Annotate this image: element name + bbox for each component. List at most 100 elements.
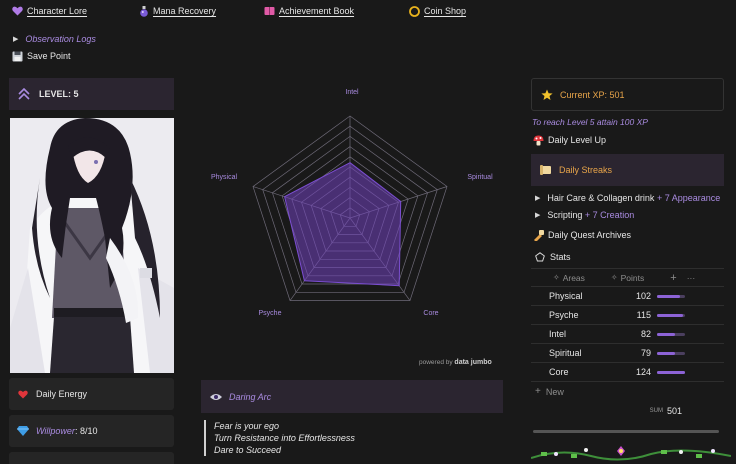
mushroom-icon bbox=[532, 134, 544, 146]
level-card: LEVEL: 5 bbox=[9, 78, 174, 110]
quote-line: Fear is your ego bbox=[214, 421, 280, 431]
radar-label-spiritual: Spiritual bbox=[467, 174, 493, 181]
nav-label[interactable]: Character Lore bbox=[27, 6, 87, 16]
daring-arc-header[interactable]: Daring Arc bbox=[201, 380, 503, 413]
next-card bbox=[9, 452, 174, 464]
streak-label: Scripting bbox=[547, 210, 583, 220]
stats-row[interactable]: Intel 82 bbox=[531, 325, 724, 344]
daily-level-up-label: Daily Level Up bbox=[548, 135, 607, 145]
coin-icon bbox=[408, 5, 420, 17]
book-icon bbox=[263, 5, 275, 17]
nav-label[interactable]: Mana Recovery bbox=[153, 6, 216, 16]
col-areas-header[interactable]: Areas bbox=[563, 273, 585, 283]
radar-label-intel: Intel bbox=[345, 89, 359, 96]
red-heart-icon bbox=[17, 388, 29, 400]
add-column-icon[interactable]: + bbox=[670, 272, 676, 284]
daily-energy-label: Daily Energy bbox=[36, 389, 88, 399]
stat-points: 115 bbox=[636, 310, 651, 320]
willpower-label: Willpower bbox=[36, 426, 75, 436]
nav-coin-shop[interactable]: Coin Shop bbox=[408, 5, 466, 17]
radar-label-psyche: Psyche bbox=[259, 310, 282, 317]
stat-progress-bar bbox=[657, 294, 685, 298]
floppy-disk-icon bbox=[11, 50, 23, 62]
streak-item[interactable]: ▶ Hair Care & Collagen drink + 7 Appeara… bbox=[535, 193, 720, 203]
streak-item[interactable]: ▶ Scripting + 7 Creation bbox=[535, 210, 634, 220]
streak-label: Hair Care & Collagen drink bbox=[547, 193, 655, 203]
character-portrait bbox=[10, 118, 174, 373]
willpower-value: : 8/10 bbox=[74, 426, 98, 436]
stats-title: Stats bbox=[550, 252, 571, 262]
sum-value: 501 bbox=[666, 406, 682, 416]
purple-heart-icon bbox=[11, 5, 23, 17]
daily-quest-archives-label: Daily Quest Archives bbox=[548, 230, 632, 240]
nav-label[interactable]: Coin Shop bbox=[424, 6, 466, 16]
stats-row[interactable]: Spiritual 79 bbox=[531, 344, 724, 363]
powered-by: powered by data jumbo bbox=[419, 359, 492, 366]
daily-streaks-title: Daily Streaks bbox=[559, 165, 613, 175]
nav-achievement-book[interactable]: Achievement Book bbox=[263, 5, 354, 17]
stats-row[interactable]: Psyche 115 bbox=[531, 306, 724, 325]
stat-area: Spiritual bbox=[549, 348, 582, 358]
stat-area: Physical bbox=[549, 291, 583, 301]
stat-area: Core bbox=[549, 367, 569, 377]
new-row-label: New bbox=[545, 386, 564, 397]
plus-icon: + bbox=[535, 386, 541, 397]
toggle-triangle-icon: ▶ bbox=[535, 195, 541, 202]
scroll-quill-icon bbox=[532, 229, 544, 241]
reach-level-text: To reach Level 5 attain 100 XP bbox=[532, 117, 648, 127]
pentagon-icon bbox=[534, 251, 546, 263]
sparkle-icon: ✧ bbox=[610, 273, 618, 282]
toggle-triangle-icon: ▶ bbox=[13, 36, 19, 43]
stats-heading: Stats bbox=[534, 251, 571, 263]
level-label: LEVEL: 5 bbox=[39, 89, 79, 99]
star-icon bbox=[540, 88, 553, 101]
stats-row[interactable]: Core 124 bbox=[531, 363, 724, 382]
nav-character-lore[interactable]: Character Lore bbox=[11, 5, 87, 17]
double-chevron-up-icon bbox=[17, 88, 30, 101]
daily-streaks-header[interactable]: Daily Streaks bbox=[531, 154, 724, 186]
streak-bonus: + 7 Appearance bbox=[656, 193, 721, 203]
data-jumbo-brand: data jumbo bbox=[454, 359, 492, 366]
stats-row[interactable]: Physical 102 bbox=[531, 287, 724, 306]
gem-icon bbox=[17, 425, 29, 437]
daily-quest-archives-link[interactable]: Daily Quest Archives bbox=[532, 229, 631, 241]
stat-points: 79 bbox=[640, 348, 651, 358]
streak-bonus: + 7 Creation bbox=[584, 210, 635, 220]
stat-area: Intel bbox=[549, 329, 567, 339]
daily-level-up-link[interactable]: Daily Level Up bbox=[532, 134, 606, 146]
eye-icon bbox=[209, 391, 222, 403]
nav-mana-recovery[interactable]: Mana Recovery bbox=[138, 5, 216, 17]
quote-line: Dare to Succeed bbox=[214, 445, 282, 455]
sum-label: SUM bbox=[649, 408, 663, 414]
observation-logs-toggle[interactable]: ▶ Observation Logs bbox=[13, 34, 96, 44]
more-options-icon[interactable]: ··· bbox=[687, 273, 696, 283]
nav-label[interactable]: Achievement Book bbox=[279, 6, 354, 16]
scroll-icon bbox=[539, 164, 552, 176]
radar-chart: Intel Spiritual Core Psyche Physical bbox=[211, 89, 493, 317]
stat-progress-bar bbox=[657, 332, 685, 336]
stat-points: 124 bbox=[635, 367, 651, 377]
potion-icon bbox=[138, 5, 150, 17]
daring-arc-title: Daring Arc bbox=[229, 391, 272, 402]
stat-progress-bar bbox=[657, 313, 685, 317]
save-point-link[interactable]: Save Point bbox=[11, 50, 71, 62]
daily-energy-card[interactable]: Daily Energy bbox=[9, 378, 174, 410]
pixel-flower-vine-decoration bbox=[531, 446, 731, 461]
observation-logs-label: Observation Logs bbox=[25, 34, 96, 44]
quote-line: Turn Resistance into Effortlessness bbox=[214, 433, 355, 443]
stat-points: 102 bbox=[635, 291, 651, 301]
powered-by-label: powered by bbox=[419, 359, 453, 366]
col-points-header[interactable]: Points bbox=[621, 273, 645, 283]
stat-area: Psyche bbox=[549, 310, 579, 320]
radar-label-physical: Physical bbox=[211, 174, 238, 181]
stats-table: ✧ Areas ✧ Points + ··· Physical 102 Psyche… bbox=[531, 268, 724, 421]
radar-label-core: Core bbox=[423, 310, 438, 317]
stat-points: 82 bbox=[640, 329, 651, 339]
current-xp-card: Current XP: 501 bbox=[531, 78, 724, 111]
horizontal-scrollbar[interactable] bbox=[533, 430, 719, 433]
current-xp-label: Current XP: 501 bbox=[560, 89, 625, 100]
new-row-button[interactable]: + New bbox=[531, 382, 724, 401]
save-point-label: Save Point bbox=[27, 51, 71, 61]
toggle-triangle-icon: ▶ bbox=[535, 212, 541, 219]
willpower-card[interactable]: Willpower: 8/10 bbox=[9, 415, 174, 447]
